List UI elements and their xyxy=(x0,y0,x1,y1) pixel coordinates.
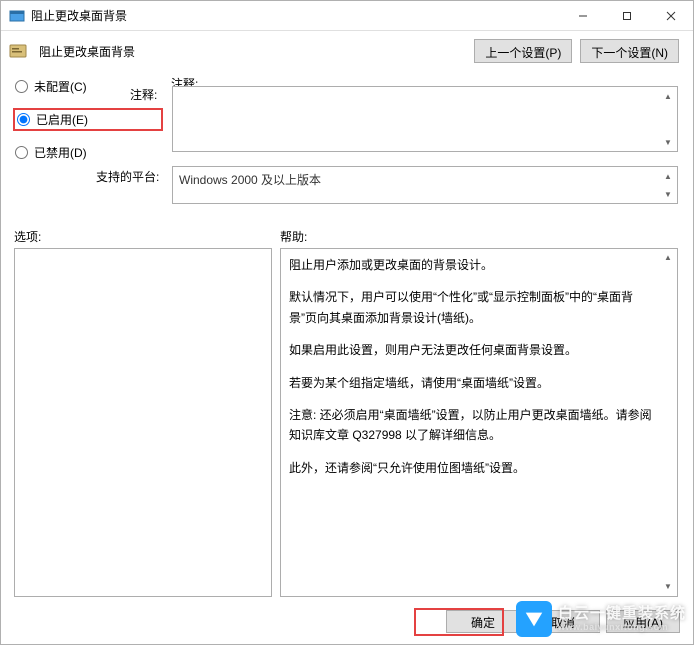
radio-disabled-label: 已禁用(D) xyxy=(34,144,87,161)
platform-value: Windows 2000 及以上版本 xyxy=(179,173,321,187)
radio-enabled-input[interactable] xyxy=(17,113,30,126)
options-panel xyxy=(14,248,272,597)
help-panel: 阻止用户添加或更改桌面的背景设计。 默认情况下，用户可以使用“个性化”或“显示控… xyxy=(280,248,678,597)
maximize-button[interactable] xyxy=(605,1,649,31)
header-row: 阻止更改桌面背景 上一个设置(P) 下一个设置(N) xyxy=(1,31,693,71)
help-p4: 注意: 还必须启用“桌面墙纸”设置，以防止用户更改桌面墙纸。请参阅知识库文章 Q… xyxy=(289,405,655,446)
radio-enabled-label: 已启用(E) xyxy=(36,111,88,128)
comment-textarea[interactable]: ▲ ▼ xyxy=(172,86,678,152)
radio-disabled[interactable]: 已禁用(D) xyxy=(13,143,163,162)
platform-textarea[interactable]: Windows 2000 及以上版本 ▲ ▼ xyxy=(172,166,678,204)
scroll-down-icon[interactable]: ▼ xyxy=(660,134,676,150)
prev-setting-button[interactable]: 上一个设置(P) xyxy=(474,39,572,63)
help-scrollbar[interactable]: ▲ ▼ xyxy=(660,250,676,595)
scroll-up-icon-2[interactable]: ▲ xyxy=(660,168,676,184)
window-icon xyxy=(9,8,25,24)
radio-enabled[interactable]: 已启用(E) xyxy=(13,108,163,131)
help-p5: 此外，还请参阅“只允许使用位图墙纸”设置。 xyxy=(289,458,655,478)
policy-icon xyxy=(9,42,27,60)
next-setting-button[interactable]: 下一个设置(N) xyxy=(580,39,679,63)
help-label: 帮助: xyxy=(280,228,307,245)
help-p1: 默认情况下，用户可以使用“个性化”或“显示控制面板”中的“桌面背景”页向其桌面添… xyxy=(289,287,655,328)
apply-button[interactable]: 应用(A) xyxy=(606,610,680,633)
help-p3: 若要为某个组指定墙纸，请使用“桌面墙纸”设置。 xyxy=(289,373,655,393)
ok-button[interactable]: 确定 xyxy=(446,610,520,633)
cancel-button[interactable]: 取消 xyxy=(526,610,600,633)
help-p2: 如果启用此设置，则用户无法更改任何桌面背景设置。 xyxy=(289,340,655,360)
page-title: 阻止更改桌面背景 xyxy=(39,43,466,60)
platform-label: 支持的平台: xyxy=(96,168,159,185)
titlebar: 阻止更改桌面背景 xyxy=(1,1,693,31)
options-label: 选项: xyxy=(14,228,41,245)
minimize-button[interactable] xyxy=(561,1,605,31)
radio-disabled-input[interactable] xyxy=(15,146,28,159)
help-scroll-up-icon[interactable]: ▲ xyxy=(660,250,676,266)
comment-label-real: 注释: xyxy=(130,86,157,103)
close-button[interactable] xyxy=(649,1,693,31)
help-p0: 阻止用户添加或更改桌面的背景设计。 xyxy=(289,255,655,275)
scroll-down-icon-2[interactable]: ▼ xyxy=(660,186,676,202)
help-scroll-down-icon[interactable]: ▼ xyxy=(660,579,676,595)
window-title: 阻止更改桌面背景 xyxy=(31,7,561,24)
scroll-up-icon[interactable]: ▲ xyxy=(660,88,676,104)
